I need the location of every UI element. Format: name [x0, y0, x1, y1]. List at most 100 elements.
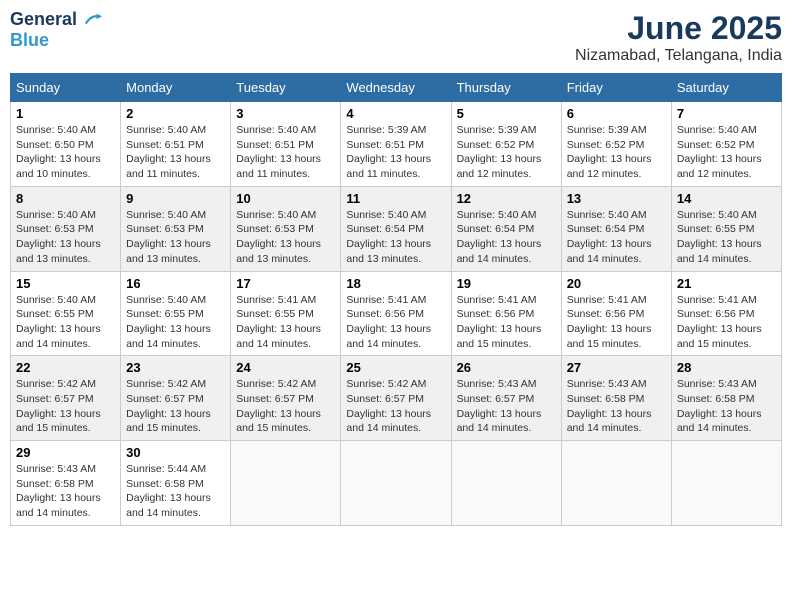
day-number: 16 [126, 276, 225, 291]
day-info: Sunrise: 5:42 AM Sunset: 6:57 PM Dayligh… [16, 377, 115, 436]
day-info: Sunrise: 5:39 AM Sunset: 6:52 PM Dayligh… [567, 123, 666, 182]
day-number: 11 [346, 191, 445, 206]
weekday-header-sunday: Sunday [11, 74, 121, 102]
month-title: June 2025 [575, 10, 782, 47]
title-area: June 2025 Nizamabad, Telangana, India [575, 10, 782, 65]
day-cell-23: 23 Sunrise: 5:42 AM Sunset: 6:57 PM Dayl… [121, 356, 231, 441]
day-number: 20 [567, 276, 666, 291]
weekday-header-friday: Friday [561, 74, 671, 102]
day-cell-21: 21 Sunrise: 5:41 AM Sunset: 6:56 PM Dayl… [671, 271, 781, 356]
day-info: Sunrise: 5:40 AM Sunset: 6:54 PM Dayligh… [346, 208, 445, 267]
day-info: Sunrise: 5:40 AM Sunset: 6:51 PM Dayligh… [236, 123, 335, 182]
day-info: Sunrise: 5:43 AM Sunset: 6:57 PM Dayligh… [457, 377, 556, 436]
day-cell-27: 27 Sunrise: 5:43 AM Sunset: 6:58 PM Dayl… [561, 356, 671, 441]
day-number: 29 [16, 445, 115, 460]
day-cell-8: 8 Sunrise: 5:40 AM Sunset: 6:53 PM Dayli… [11, 186, 121, 271]
day-info: Sunrise: 5:39 AM Sunset: 6:51 PM Dayligh… [346, 123, 445, 182]
day-number: 23 [126, 360, 225, 375]
day-number: 10 [236, 191, 335, 206]
day-cell-29: 29 Sunrise: 5:43 AM Sunset: 6:58 PM Dayl… [11, 441, 121, 526]
day-cell-30: 30 Sunrise: 5:44 AM Sunset: 6:58 PM Dayl… [121, 441, 231, 526]
day-info: Sunrise: 5:43 AM Sunset: 6:58 PM Dayligh… [567, 377, 666, 436]
day-cell-5: 5 Sunrise: 5:39 AM Sunset: 6:52 PM Dayli… [451, 102, 561, 187]
day-info: Sunrise: 5:39 AM Sunset: 6:52 PM Dayligh… [457, 123, 556, 182]
day-info: Sunrise: 5:41 AM Sunset: 6:56 PM Dayligh… [567, 293, 666, 352]
day-number: 26 [457, 360, 556, 375]
empty-cell [561, 441, 671, 526]
day-number: 21 [677, 276, 776, 291]
day-cell-19: 19 Sunrise: 5:41 AM Sunset: 6:56 PM Dayl… [451, 271, 561, 356]
day-cell-13: 13 Sunrise: 5:40 AM Sunset: 6:54 PM Dayl… [561, 186, 671, 271]
day-cell-18: 18 Sunrise: 5:41 AM Sunset: 6:56 PM Dayl… [341, 271, 451, 356]
day-cell-20: 20 Sunrise: 5:41 AM Sunset: 6:56 PM Dayl… [561, 271, 671, 356]
logo: General Blue [10, 10, 102, 51]
weekday-header-wednesday: Wednesday [341, 74, 451, 102]
day-cell-28: 28 Sunrise: 5:43 AM Sunset: 6:58 PM Dayl… [671, 356, 781, 441]
day-info: Sunrise: 5:40 AM Sunset: 6:54 PM Dayligh… [567, 208, 666, 267]
day-info: Sunrise: 5:40 AM Sunset: 6:55 PM Dayligh… [126, 293, 225, 352]
day-info: Sunrise: 5:41 AM Sunset: 6:56 PM Dayligh… [346, 293, 445, 352]
day-number: 6 [567, 106, 666, 121]
day-info: Sunrise: 5:44 AM Sunset: 6:58 PM Dayligh… [126, 462, 225, 521]
empty-cell [671, 441, 781, 526]
day-cell-6: 6 Sunrise: 5:39 AM Sunset: 6:52 PM Dayli… [561, 102, 671, 187]
day-info: Sunrise: 5:40 AM Sunset: 6:51 PM Dayligh… [126, 123, 225, 182]
day-info: Sunrise: 5:41 AM Sunset: 6:56 PM Dayligh… [457, 293, 556, 352]
day-number: 4 [346, 106, 445, 121]
day-cell-14: 14 Sunrise: 5:40 AM Sunset: 6:55 PM Dayl… [671, 186, 781, 271]
location-title: Nizamabad, Telangana, India [575, 47, 782, 65]
day-number: 17 [236, 276, 335, 291]
week-row-1: 1 Sunrise: 5:40 AM Sunset: 6:50 PM Dayli… [11, 102, 782, 187]
day-cell-7: 7 Sunrise: 5:40 AM Sunset: 6:52 PM Dayli… [671, 102, 781, 187]
day-cell-10: 10 Sunrise: 5:40 AM Sunset: 6:53 PM Dayl… [231, 186, 341, 271]
day-info: Sunrise: 5:40 AM Sunset: 6:55 PM Dayligh… [677, 208, 776, 267]
day-number: 24 [236, 360, 335, 375]
day-number: 22 [16, 360, 115, 375]
day-info: Sunrise: 5:42 AM Sunset: 6:57 PM Dayligh… [346, 377, 445, 436]
day-info: Sunrise: 5:40 AM Sunset: 6:52 PM Dayligh… [677, 123, 776, 182]
day-cell-24: 24 Sunrise: 5:42 AM Sunset: 6:57 PM Dayl… [231, 356, 341, 441]
day-info: Sunrise: 5:43 AM Sunset: 6:58 PM Dayligh… [677, 377, 776, 436]
day-cell-17: 17 Sunrise: 5:41 AM Sunset: 6:55 PM Dayl… [231, 271, 341, 356]
day-number: 5 [457, 106, 556, 121]
calendar-table: SundayMondayTuesdayWednesdayThursdayFrid… [10, 73, 782, 526]
day-info: Sunrise: 5:40 AM Sunset: 6:50 PM Dayligh… [16, 123, 115, 182]
day-info: Sunrise: 5:42 AM Sunset: 6:57 PM Dayligh… [236, 377, 335, 436]
day-number: 9 [126, 191, 225, 206]
weekday-header-tuesday: Tuesday [231, 74, 341, 102]
weekday-header-row: SundayMondayTuesdayWednesdayThursdayFrid… [11, 74, 782, 102]
day-number: 13 [567, 191, 666, 206]
day-number: 15 [16, 276, 115, 291]
logo-text: General [10, 10, 102, 30]
logo-icon [84, 11, 102, 29]
empty-cell [231, 441, 341, 526]
day-number: 25 [346, 360, 445, 375]
day-cell-3: 3 Sunrise: 5:40 AM Sunset: 6:51 PM Dayli… [231, 102, 341, 187]
day-cell-4: 4 Sunrise: 5:39 AM Sunset: 6:51 PM Dayli… [341, 102, 451, 187]
day-number: 18 [346, 276, 445, 291]
day-number: 27 [567, 360, 666, 375]
week-row-2: 8 Sunrise: 5:40 AM Sunset: 6:53 PM Dayli… [11, 186, 782, 271]
empty-cell [451, 441, 561, 526]
header: General Blue June 2025 Nizamabad, Telang… [10, 10, 782, 65]
day-info: Sunrise: 5:42 AM Sunset: 6:57 PM Dayligh… [126, 377, 225, 436]
day-info: Sunrise: 5:40 AM Sunset: 6:55 PM Dayligh… [16, 293, 115, 352]
day-cell-11: 11 Sunrise: 5:40 AM Sunset: 6:54 PM Dayl… [341, 186, 451, 271]
empty-cell [341, 441, 451, 526]
day-cell-25: 25 Sunrise: 5:42 AM Sunset: 6:57 PM Dayl… [341, 356, 451, 441]
day-cell-9: 9 Sunrise: 5:40 AM Sunset: 6:53 PM Dayli… [121, 186, 231, 271]
day-cell-15: 15 Sunrise: 5:40 AM Sunset: 6:55 PM Dayl… [11, 271, 121, 356]
day-info: Sunrise: 5:40 AM Sunset: 6:53 PM Dayligh… [126, 208, 225, 267]
day-number: 14 [677, 191, 776, 206]
week-row-5: 29 Sunrise: 5:43 AM Sunset: 6:58 PM Dayl… [11, 441, 782, 526]
day-number: 28 [677, 360, 776, 375]
logo-blue: Blue [10, 30, 49, 51]
day-cell-22: 22 Sunrise: 5:42 AM Sunset: 6:57 PM Dayl… [11, 356, 121, 441]
day-cell-2: 2 Sunrise: 5:40 AM Sunset: 6:51 PM Dayli… [121, 102, 231, 187]
day-number: 19 [457, 276, 556, 291]
day-number: 12 [457, 191, 556, 206]
day-number: 1 [16, 106, 115, 121]
weekday-header-saturday: Saturday [671, 74, 781, 102]
day-cell-12: 12 Sunrise: 5:40 AM Sunset: 6:54 PM Dayl… [451, 186, 561, 271]
day-number: 30 [126, 445, 225, 460]
